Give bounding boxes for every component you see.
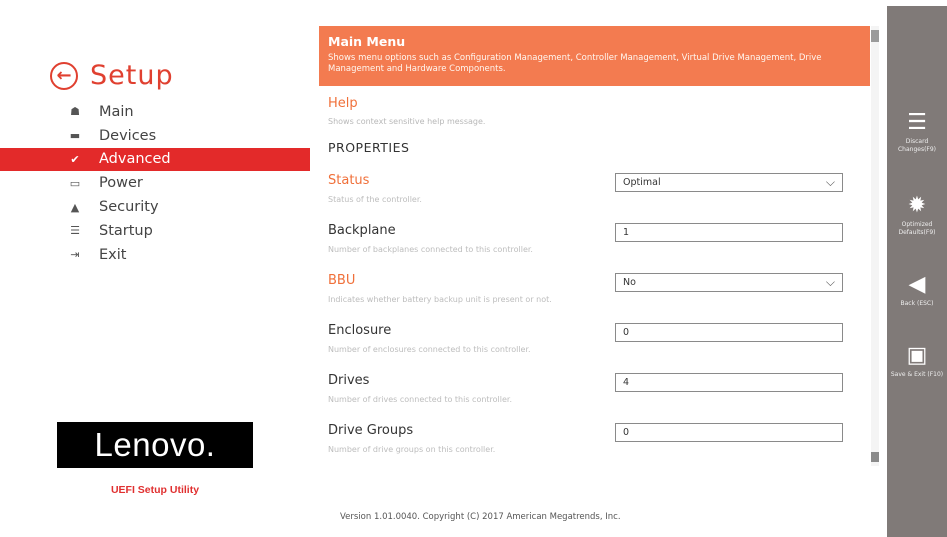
property-input[interactable]: 4 — [615, 373, 843, 392]
property-bbu: BBU Indicates whether battery backup unit… — [319, 263, 870, 313]
property-enclosure: Enclosure Number of enclosures connected … — [319, 313, 870, 363]
power-icon: ▭ — [69, 176, 81, 190]
property-label: Backplane — [328, 223, 396, 238]
property-label: Status — [328, 173, 370, 188]
help-description: Shows context sensitive help message. — [328, 117, 486, 126]
scrollbar[interactable] — [871, 26, 879, 466]
property-input[interactable]: 0 — [615, 423, 843, 442]
sidebar-item-main[interactable]: ☗ Main — [0, 100, 310, 124]
field-value: Optimal — [623, 177, 661, 188]
field-value: 0 — [623, 327, 630, 338]
help-item[interactable]: Help Shows context sensitive help messag… — [319, 86, 870, 126]
devices-icon: ▬ — [69, 129, 81, 143]
property-description: Number of enclosures connected to this c… — [328, 345, 531, 354]
nav-menu: ☗ Main ▬ Devices ✔ Advanced ▭ Power ▲ Security ☰ St… — [0, 100, 310, 267]
sidebar-item-label: Advanced — [99, 151, 171, 168]
sidebar-item-label: Startup — [99, 222, 153, 239]
sidebar-item-security[interactable]: ▲ Security — [0, 195, 310, 219]
action-bar: ☰ Discard Changes(F9) ✹ Optimized Defaults(… — [887, 6, 947, 537]
field-value: 0 — [623, 427, 630, 438]
sidebar-item-startup[interactable]: ☰ Startup — [0, 219, 310, 243]
chevron-down-icon[interactable]: ⌵ — [826, 275, 835, 290]
property-select[interactable]: Optimal ⌵ — [615, 173, 843, 192]
scrollbar-top-thumb[interactable] — [871, 30, 879, 42]
banner-description: Shows menu options such as Configuration… — [328, 53, 822, 74]
sidebar-item-exit[interactable]: ⇥ Exit — [0, 243, 310, 267]
field-value: No — [623, 277, 636, 288]
sidebar-item-label: Main — [99, 103, 134, 120]
version-text: Version 1.01.0040. Copyright (C) 2017 Am… — [340, 512, 621, 522]
chevron-down-icon[interactable]: ⌵ — [826, 175, 835, 190]
action-label: Discard Changes(F9) — [897, 138, 937, 153]
sidebar: ← Setup ☗ Main ▬ Devices ✔ Advanced ▭ Power ▲ Sec… — [0, 0, 310, 537]
help-title: Help — [328, 96, 358, 111]
property-description: Status of the controller. — [328, 195, 422, 204]
field-value: 4 — [623, 377, 630, 388]
property-backplane: Backplane Number of backplanes connected … — [319, 213, 870, 263]
property-label: BBU — [328, 273, 356, 288]
property-status: Status Status of the controller. Optimal ⌵ — [319, 163, 870, 213]
brand: Lenovo. UEFI Setup Utility — [57, 422, 253, 496]
action-save[interactable]: ▣ Save & Exit (F10) — [887, 344, 947, 379]
properties-list: Status Status of the controller. Optimal ⌵ B… — [319, 163, 870, 463]
back-arrow-icon: ◀ — [908, 272, 926, 297]
action-label: Back (ESC) — [900, 300, 934, 307]
startup-icon: ☰ — [70, 224, 80, 238]
exit-icon: ⇥ — [70, 248, 80, 262]
sidebar-item-label: Security — [99, 199, 159, 216]
sidebar-item-devices[interactable]: ▬ Devices — [0, 124, 310, 148]
main-content: Main Menu Shows menu options such as Con… — [319, 26, 870, 516]
wrench-icon: ✔ — [70, 152, 80, 166]
sidebar-item-label: Devices — [99, 127, 157, 144]
home-icon: ☗ — [70, 105, 80, 119]
field-value: 1 — [623, 227, 630, 238]
setup-title: Setup — [90, 60, 174, 91]
property-select[interactable]: No ⌵ — [615, 273, 843, 292]
main-menu-banner[interactable]: Main Menu Shows menu options such as Con… — [319, 26, 870, 86]
property-label: Drives — [328, 373, 370, 388]
section-title: PROPERTIES — [328, 140, 410, 155]
scrollbar-thumb[interactable] — [871, 452, 879, 462]
action-label: Save & Exit (F10) — [890, 371, 944, 378]
action-label: Optimized Defaults(F9) — [898, 221, 936, 236]
sidebar-item-advanced[interactable]: ✔ Advanced — [0, 147, 310, 172]
brand-subtitle: UEFI Setup Utility — [110, 484, 200, 496]
property-description: Number of drives connected to this contr… — [328, 395, 513, 404]
gear-icon: ✹ — [907, 193, 927, 218]
setup-header: ← Setup — [50, 60, 174, 91]
property-drives: Drives Number of drives connected to this… — [319, 363, 870, 413]
action-back-arrow[interactable]: ◀ Back (ESC) — [887, 273, 947, 308]
sidebar-item-label: Exit — [99, 246, 127, 263]
property-description: Indicates whether battery backup unit is… — [328, 295, 552, 304]
action-sliders[interactable]: ☰ Discard Changes(F9) — [887, 111, 947, 154]
property-label: Drive Groups — [328, 423, 414, 438]
property-description: Number of drive groups on this controlle… — [328, 445, 496, 454]
sidebar-item-power[interactable]: ▭ Power — [0, 171, 310, 195]
property-description: Number of backplanes connected to this c… — [328, 245, 533, 254]
back-circle-icon[interactable]: ← — [50, 61, 78, 90]
property-input[interactable]: 0 — [615, 323, 843, 342]
banner-title: Main Menu — [328, 34, 406, 49]
sliders-icon: ☰ — [907, 110, 927, 135]
property-drive-groups: Drive Groups Number of drive groups on th… — [319, 413, 870, 463]
sidebar-item-label: Power — [99, 175, 143, 192]
property-label: Enclosure — [328, 323, 392, 338]
action-gear[interactable]: ✹ Optimized Defaults(F9) — [887, 194, 947, 237]
lock-icon: ▲ — [70, 200, 80, 214]
save-icon: ▣ — [906, 343, 928, 368]
lenovo-logo: Lenovo. — [57, 422, 253, 468]
property-input[interactable]: 1 — [615, 223, 843, 242]
